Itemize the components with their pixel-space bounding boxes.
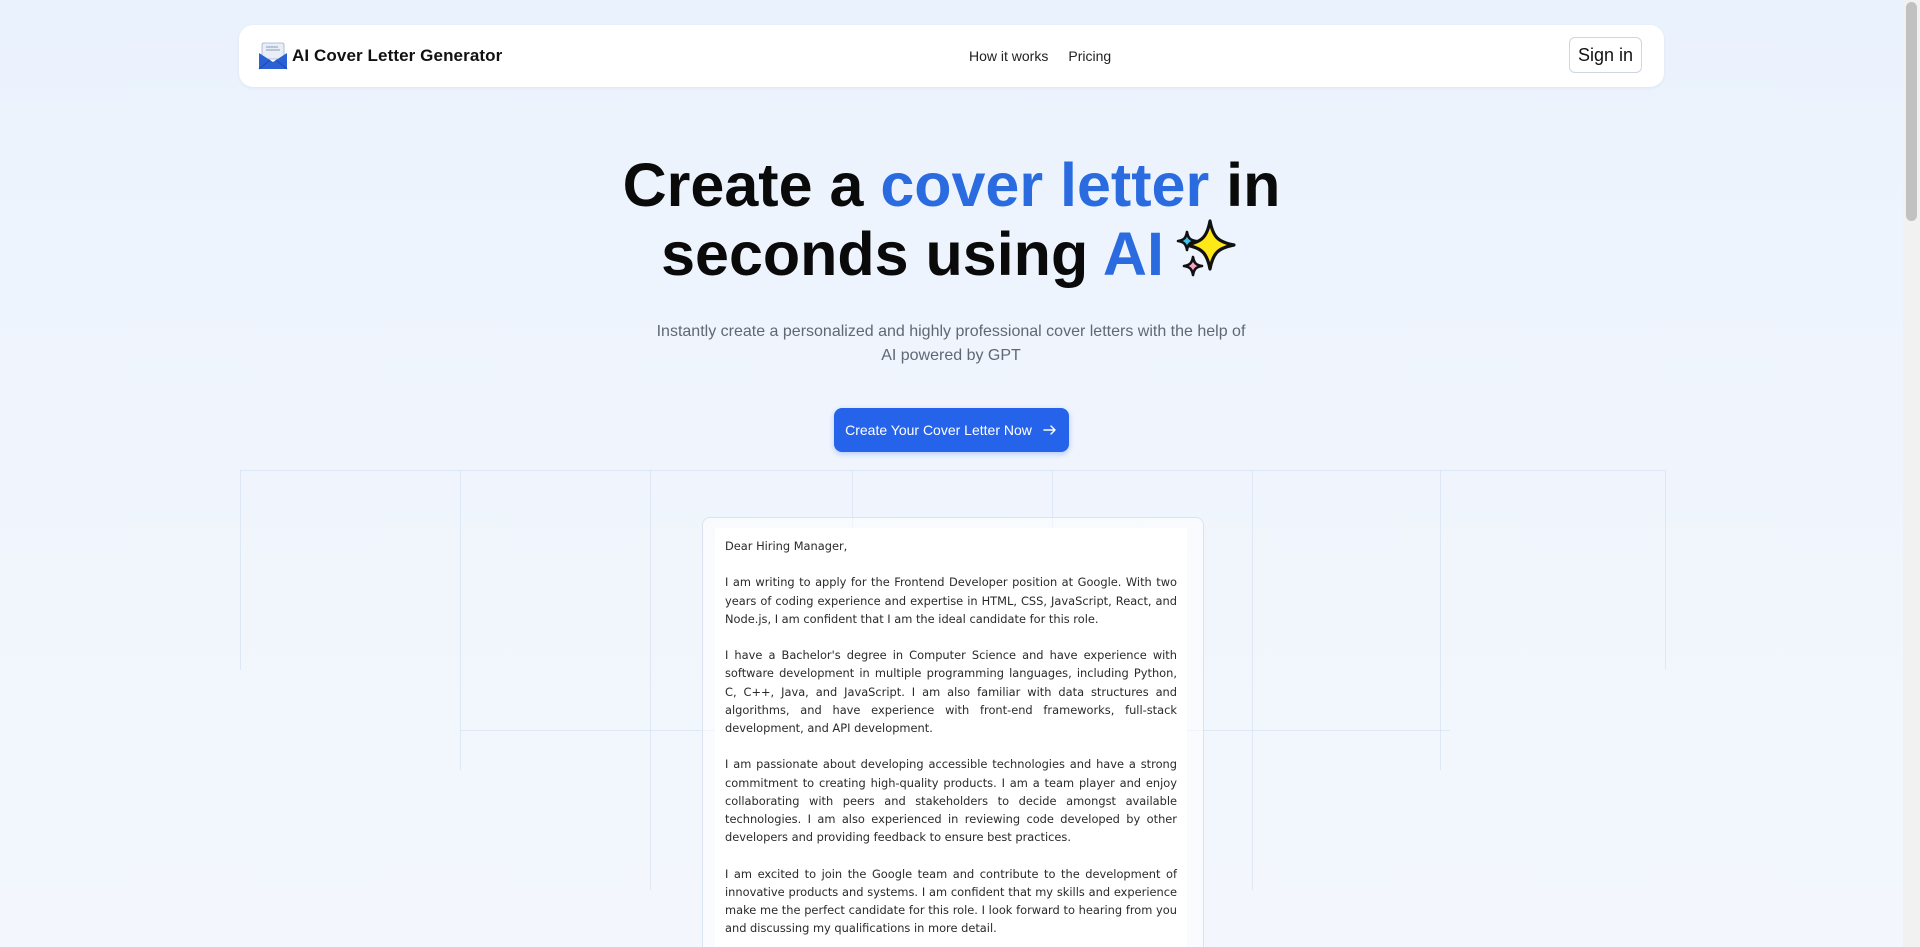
letter-paragraph: I have a Bachelor's degree in Computer S… [725, 648, 1177, 735]
page: AI Cover Letter Generator How it works P… [0, 0, 1920, 947]
letter-paragraph: I am passionate about developing accessi… [725, 757, 1177, 845]
hero-title-accent-cover-letter: cover letter [880, 151, 1210, 219]
letter-greeting: Dear Hiring Manager, [725, 539, 848, 553]
create-cover-letter-button[interactable]: Create Your Cover Letter Now [834, 408, 1069, 452]
sign-in-button[interactable]: Sign in [1568, 37, 1642, 73]
cta-label: Create Your Cover Letter Now [845, 422, 1032, 438]
arrow-right-icon [1043, 425, 1056, 435]
hero-title-accent-ai: AI [1102, 220, 1164, 288]
letter-paragraph: I am excited to join the Google team and… [725, 866, 1177, 936]
letter-preview: Dear Hiring Manager, I am writing to app… [715, 528, 1187, 947]
main-nav: How it works Pricing [969, 48, 1111, 64]
hero-title-part2: in [1209, 151, 1281, 219]
sparkles-icon [1176, 219, 1236, 277]
scrollbar-thumb[interactable] [1906, 2, 1917, 221]
hero-title-part1: Create a [622, 151, 881, 219]
hero-title: Create a cover letter in seconds using A… [0, 155, 1903, 285]
hero-subtitle: Instantly create a personalized and high… [656, 323, 1246, 364]
hero-title-part3: seconds using [661, 220, 1103, 288]
navbar: AI Cover Letter Generator How it works P… [239, 25, 1664, 87]
brand-name: AI Cover Letter Generator [292, 46, 503, 65]
letter-paragraph: I am writing to apply for the Frontend D… [725, 575, 1177, 626]
nav-pricing[interactable]: Pricing [1068, 48, 1111, 64]
brand-logo-link[interactable]: AI Cover Letter Generator [258, 41, 502, 71]
envelope-icon [258, 42, 288, 70]
nav-how-it-works[interactable]: How it works [969, 48, 1048, 64]
page-scrollbar[interactable] [1903, 0, 1920, 947]
